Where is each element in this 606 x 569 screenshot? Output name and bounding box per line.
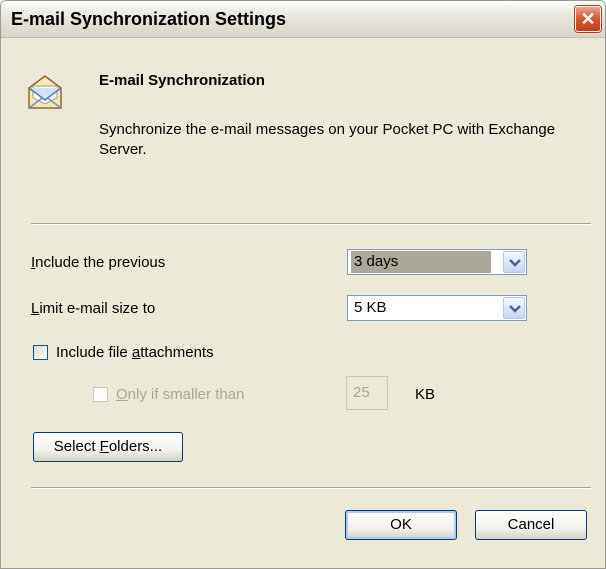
size-limit-input[interactable]: 25 (346, 376, 388, 410)
limit-size-value: 5 KB (354, 299, 387, 316)
include-attachments-label[interactable]: Include file attachments (56, 344, 214, 361)
bottom-separator (31, 487, 591, 489)
cancel-button[interactable]: Cancel (475, 510, 587, 540)
select-folders-button[interactable]: Select Folders... (33, 432, 183, 462)
only-if-smaller-label: Only if smaller than (116, 386, 245, 403)
close-button[interactable]: ✕ (575, 6, 601, 32)
limit-size-select[interactable]: 5 KB (347, 295, 527, 321)
title-bar[interactable]: E-mail Synchronization Settings ✕ (1, 1, 605, 38)
include-previous-value: 3 days (351, 251, 491, 273)
section-heading: E-mail Synchronization (99, 72, 265, 89)
window-title: E-mail Synchronization Settings (11, 9, 287, 29)
ok-button[interactable]: OK (345, 510, 457, 540)
only-if-smaller-checkbox[interactable] (93, 387, 108, 402)
section-description: Synchronize the e-mail messages on your … (99, 121, 556, 158)
top-separator (31, 223, 591, 225)
include-previous-label: Include the previous (31, 254, 166, 271)
close-icon: ✕ (580, 9, 596, 29)
envelope-icon (28, 75, 62, 109)
chevron-down-icon (509, 305, 521, 313)
include-previous-dropdown-button[interactable] (503, 251, 525, 273)
include-previous-select[interactable]: 3 days (347, 249, 527, 275)
size-unit-label: KB (415, 386, 436, 403)
include-attachments-checkbox[interactable] (33, 345, 48, 360)
dialog-content: E-mail Synchronization Synchronize the e… (1, 38, 605, 568)
header-area: E-mail Synchronization Synchronize the e… (1, 38, 605, 224)
limit-size-label: Limit e-mail size to (31, 300, 156, 317)
limit-size-dropdown-button[interactable] (503, 297, 525, 319)
chevron-down-icon (509, 259, 521, 267)
settings-dialog: E-mail Synchronization Settings ✕ E-mail… (0, 0, 606, 569)
